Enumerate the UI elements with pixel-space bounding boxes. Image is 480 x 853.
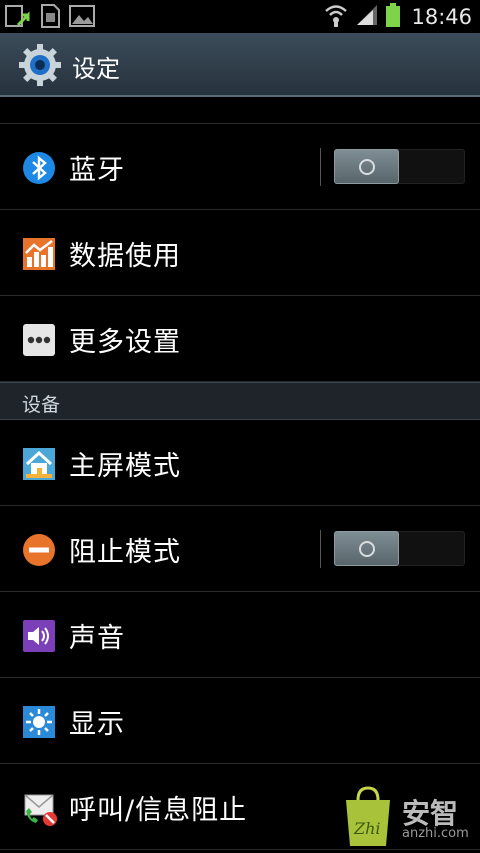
list-item-label: 更多设置 [69,327,181,358]
status-bar: 18:46 [0,0,480,33]
data-usage-icon [22,237,56,271]
page-title: 设定 [72,55,120,83]
list-item-label: 呼叫/信息阻止 [69,795,248,826]
list-item-bluetooth[interactable]: 蓝牙 [0,124,480,210]
list-item-label: 阻止模式 [69,537,181,568]
list-item-sound[interactable]: 声音 [0,592,480,678]
settings-gear-icon [18,43,62,87]
settings-list: 蓝牙 数据使用 更多设置 设备 主屏模式 阻止模式 声音 显示 呼叫/信息阻止 [0,99,480,850]
shopping-bag-icon: Zhi [340,784,396,852]
sim-card-icon [38,3,62,33]
list-item-label: 显示 [69,709,125,740]
block-mode-icon [22,533,56,567]
call-message-block-icon [22,791,57,826]
toggle-knob[interactable] [334,149,399,184]
signal-icon [355,3,379,31]
list-item-block-mode[interactable]: 阻止模式 [0,506,480,592]
sound-icon [22,619,56,653]
list-item-data-usage[interactable]: 数据使用 [0,210,480,296]
bluetooth-toggle[interactable] [320,148,466,186]
more-dots-icon [22,323,56,357]
display-brightness-icon [22,705,56,739]
home-screen-icon [22,447,56,481]
list-item-more-settings[interactable]: 更多设置 [0,296,480,382]
action-bar: 设定 [0,33,480,97]
list-item-label: 蓝牙 [69,155,125,186]
svg-text:Zhi: Zhi [353,819,381,838]
list-item-label: 数据使用 [69,241,181,272]
clock: 18:46 [411,4,472,29]
divider [320,530,321,568]
battery-icon [385,2,401,32]
list-item-display[interactable]: 显示 [0,678,480,764]
list-item-home-screen[interactable]: 主屏模式 [0,420,480,506]
toggle-knob[interactable] [334,531,399,566]
bluetooth-icon [22,151,56,185]
image-icon [68,3,96,33]
section-label: 设备 [22,394,61,416]
watermark-subtext: anzhi.com [402,826,469,841]
list-item-label: 声音 [69,623,125,654]
block-mode-toggle[interactable] [320,530,466,568]
section-header-device: 设备 [0,382,480,420]
upload-notification-icon [4,3,32,33]
divider [320,148,321,186]
list-item-label: 主屏模式 [69,451,181,482]
watermark-logo: Zhi 安智 anzhi.com [340,780,480,853]
wifi-icon [323,2,349,32]
